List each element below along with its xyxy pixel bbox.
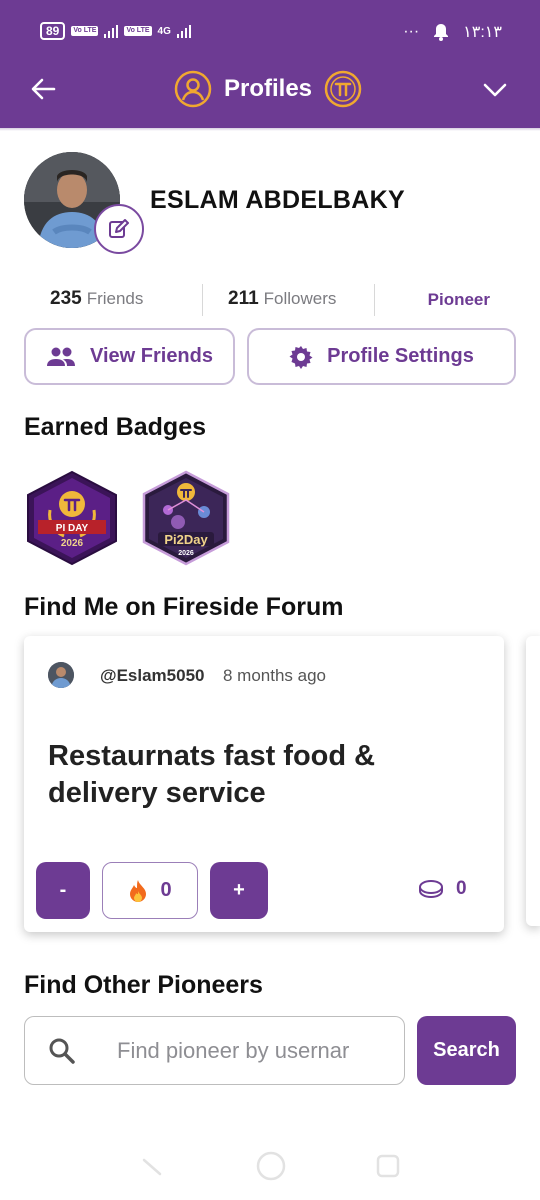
chevron-down-icon[interactable] [480, 74, 510, 104]
find-pioneers-heading: Find Other Pioneers [24, 971, 263, 999]
search-field[interactable] [24, 1016, 405, 1085]
post-time: 8 months ago [223, 666, 327, 685]
badge-line1: PI DAY [56, 523, 89, 534]
back-nav-icon[interactable] [142, 1158, 162, 1176]
pi-coin-icon [324, 70, 362, 108]
edit-profile-button[interactable] [94, 204, 144, 254]
search-button[interactable]: Search [417, 1016, 516, 1085]
profile-settings-button[interactable]: Profile Settings [247, 328, 516, 385]
post-title[interactable]: Restaurnats fast food & delivery service [48, 738, 468, 812]
stats-divider [374, 284, 375, 316]
friends-label: Friends [86, 289, 144, 308]
fire-count: 0 [160, 879, 172, 901]
signal-icon [104, 24, 119, 38]
system-nav-bar [142, 1151, 400, 1181]
volte-icon: Vo LTE [124, 26, 152, 36]
profile-name: ESLAM ABDELBAKY [150, 186, 405, 214]
profile-icon [174, 70, 212, 108]
post-author-handle[interactable]: @Eslam5050 [100, 666, 204, 686]
pi2day-badge[interactable]: Pi2Day 2026 [138, 470, 234, 566]
fire-icon [130, 879, 147, 902]
back-arrow-icon[interactable] [28, 74, 58, 104]
fire-count-button[interactable]: 0 [102, 862, 198, 919]
view-friends-button[interactable]: View Friends [24, 328, 235, 385]
gear-icon [289, 345, 313, 369]
search-input[interactable] [117, 1035, 389, 1067]
pi-day-badge[interactable]: PI DAY 2026 [24, 470, 120, 566]
recents-nav-icon[interactable] [376, 1154, 400, 1178]
role-label: Pioneer [427, 290, 490, 309]
upvote-button[interactable]: + [210, 862, 268, 919]
followers-stat[interactable]: 211 Followers [228, 288, 336, 310]
edit-icon [109, 219, 129, 238]
earned-badges-heading: Earned Badges [24, 413, 207, 441]
battery-indicator: 89 [40, 22, 66, 40]
stats-divider [202, 284, 203, 316]
view-friends-label: View Friends [89, 345, 213, 367]
followers-count: 211 [228, 288, 259, 309]
friends-stat[interactable]: 235 Friends [50, 288, 143, 310]
badge-line2: 2026 [178, 550, 194, 557]
page-title: Profiles [224, 75, 313, 102]
badge-line1: Pi2Day [164, 532, 208, 547]
home-nav-icon[interactable] [256, 1151, 286, 1181]
status-left: 89 Vo LTE Vo LTE 4G [40, 22, 191, 40]
coin-icon [419, 880, 443, 899]
clock: ١٣:١٣ [463, 24, 502, 41]
app-bar: Profiles [0, 60, 540, 128]
title-group: Profiles [174, 70, 362, 108]
next-post-card-peek[interactable] [526, 636, 540, 926]
people-icon [46, 347, 75, 366]
more-dots: ··· [403, 23, 420, 40]
app-bar-shadow [0, 128, 540, 131]
downvote-button[interactable]: - [36, 862, 90, 919]
search-icon [49, 1038, 75, 1064]
post-author-avatar [48, 662, 74, 688]
profile-stats: 235 Friends 211 Followers Pioneer [24, 284, 516, 316]
volte-icon: Vo LTE [71, 26, 99, 36]
coin-count: 0 [456, 878, 467, 899]
followers-label: Followers [263, 289, 337, 308]
forum-post-card[interactable]: @Eslam5050 8 months ago Restaurnats fast… [24, 636, 504, 932]
status-right: ··· ١٣:١٣ [403, 22, 502, 42]
friends-count: 235 [50, 288, 82, 309]
coin-tips[interactable]: 0 [418, 878, 467, 900]
status-bar: 89 Vo LTE Vo LTE 4G ··· ١٣:١٣ [0, 0, 540, 60]
signal-icon [176, 24, 191, 38]
forum-heading: Find Me on Fireside Forum [24, 593, 344, 621]
bell-icon [434, 24, 449, 41]
badge-line2: 2026 [61, 538, 84, 549]
upvote-label: + [233, 879, 245, 901]
downvote-label: - [59, 879, 67, 901]
network-type: 4G [157, 25, 171, 37]
profile-settings-label: Profile Settings [327, 345, 474, 367]
